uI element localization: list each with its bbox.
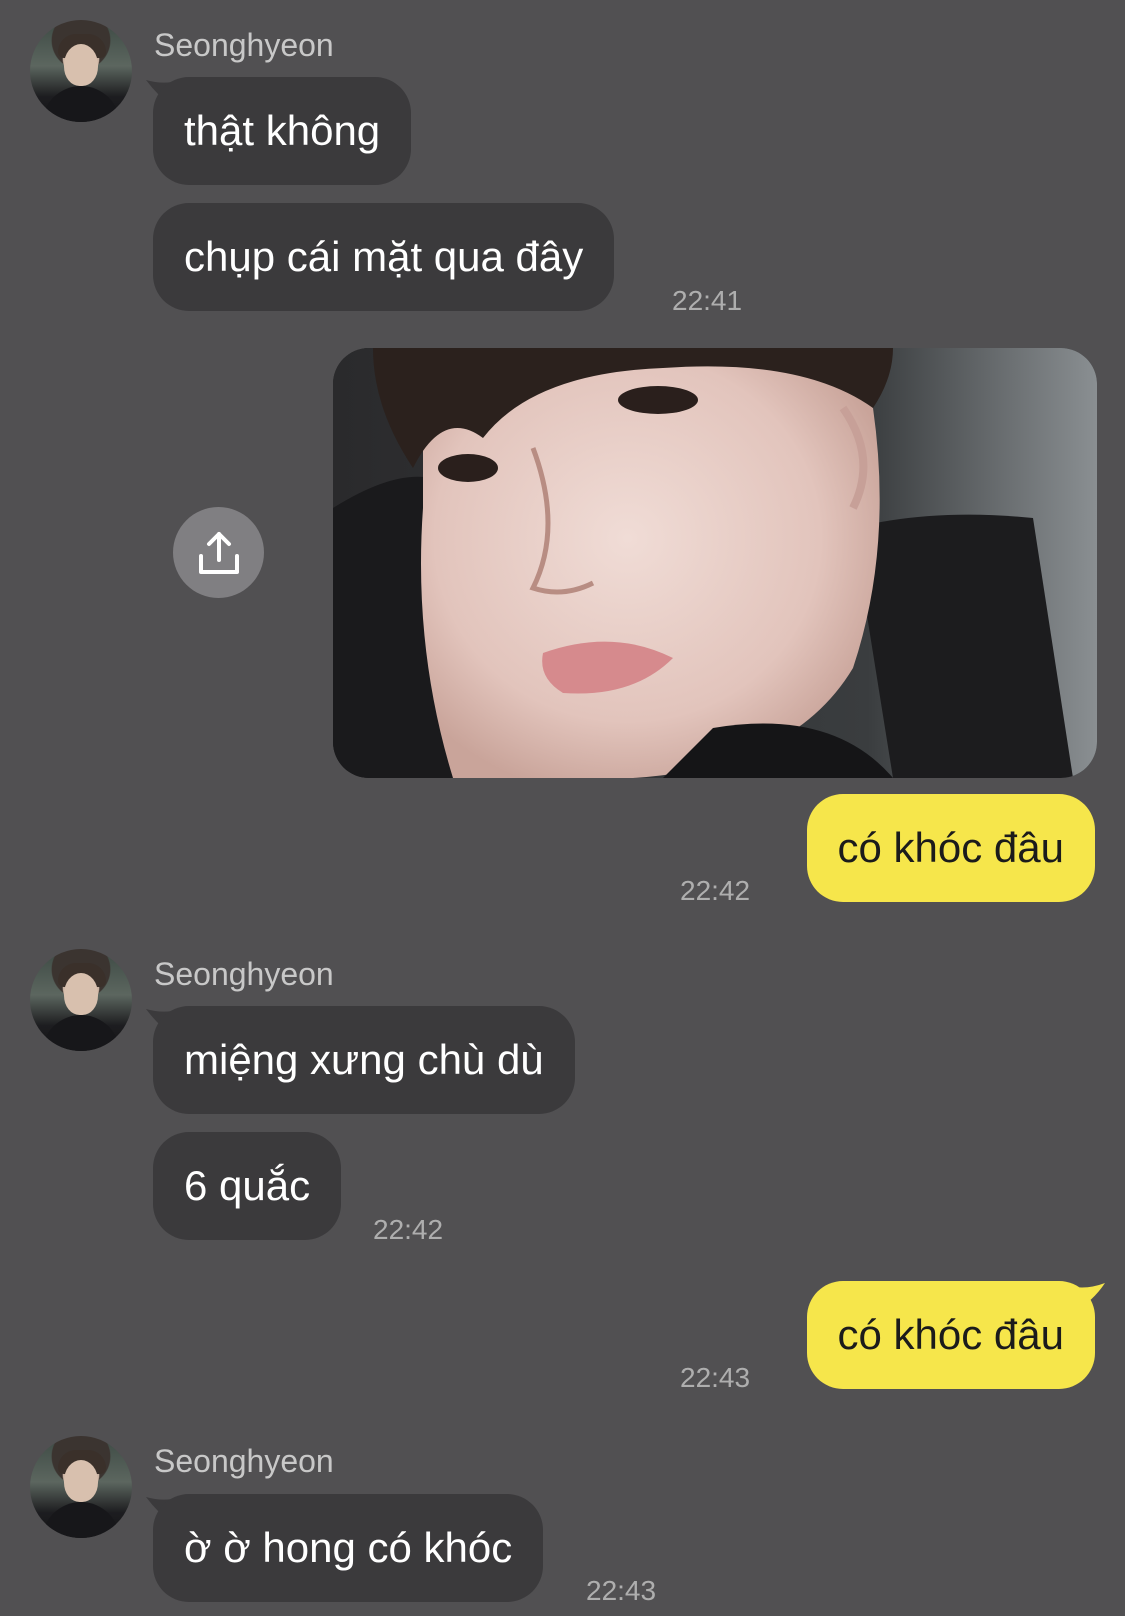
incoming-message-bubble[interactable]: thật không: [153, 77, 412, 185]
contact-avatar[interactable]: [30, 1436, 132, 1538]
contact-avatar[interactable]: [30, 949, 132, 1051]
sender-name: Seonghyeon: [154, 956, 334, 992]
message-timestamp: 22:43: [586, 1575, 657, 1606]
incoming-message-bubble[interactable]: miệng xưng chù dù: [153, 1006, 575, 1114]
incoming-message-bubble[interactable]: 6 quắc: [153, 1132, 342, 1240]
outgoing-message-bubble[interactable]: có khóc đâu: [806, 794, 1095, 902]
outgoing-message-bubble[interactable]: có khóc đâu: [806, 1281, 1095, 1389]
share-button[interactable]: [173, 507, 264, 598]
message-timestamp: 22:41: [672, 285, 743, 316]
shared-photo[interactable]: [333, 348, 1097, 778]
incoming-message-bubble[interactable]: chụp cái mặt qua đây: [153, 203, 615, 311]
sender-name: Seonghyeon: [154, 27, 334, 63]
message-timestamp: 22:42: [680, 875, 751, 906]
sender-name: Seonghyeon: [154, 1443, 334, 1479]
incoming-message-bubble[interactable]: ờ ờ hong có khóc: [153, 1494, 544, 1602]
contact-avatar[interactable]: [30, 20, 132, 122]
message-timestamp: 22:43: [680, 1362, 751, 1393]
selfie-image: [333, 348, 1097, 778]
share-upload-icon: [198, 531, 239, 574]
message-timestamp: 22:42: [373, 1214, 444, 1245]
